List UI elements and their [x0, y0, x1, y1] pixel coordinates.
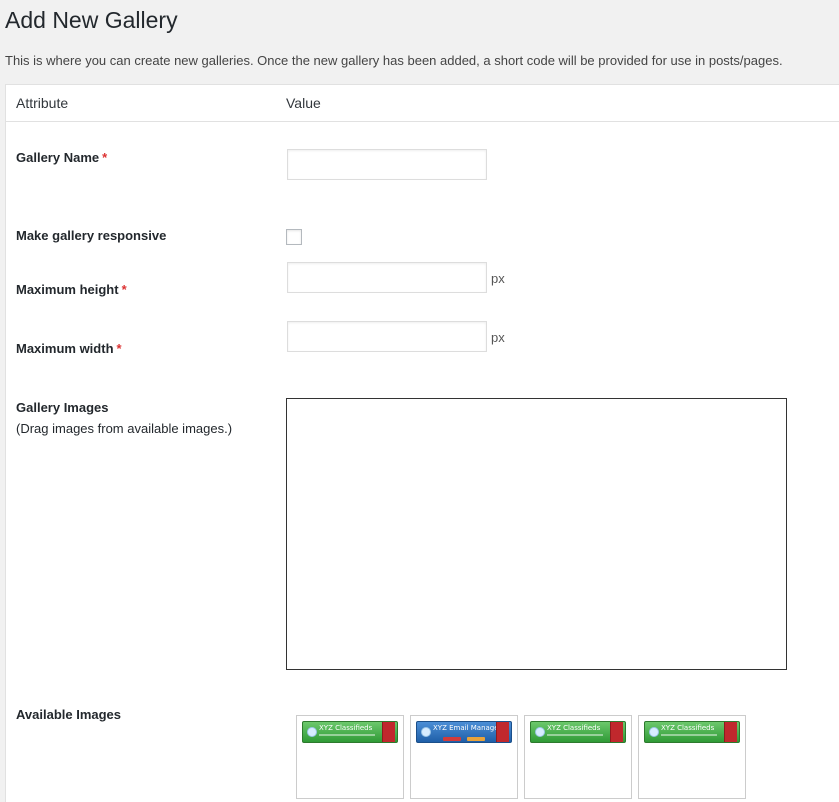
table-header: Attribute Value — [6, 85, 839, 122]
responsive-label: Make gallery responsive — [16, 228, 167, 243]
badge-icon — [610, 722, 623, 742]
banner-image: XYZ Classifieds — [644, 721, 740, 743]
banner-image: XYZ Classifieds — [302, 721, 398, 743]
max-height-unit: px — [491, 271, 505, 286]
column-header-attribute: Attribute — [16, 95, 69, 111]
banner-image: XYZ Email Manager — [416, 721, 512, 743]
page-description: This is where you can create new galleri… — [5, 53, 783, 68]
required-mark: * — [121, 282, 127, 297]
responsive-checkbox[interactable] — [286, 229, 302, 245]
available-images-label: Available Images — [16, 707, 122, 722]
banner-image: XYZ Classifieds — [530, 721, 626, 743]
page-title: Add New Gallery — [5, 7, 178, 33]
max-width-label: Maximum width * — [16, 341, 122, 356]
globe-icon — [307, 727, 317, 737]
gallery-images-hint: (Drag images from available images.) — [16, 421, 233, 436]
gallery-images-label: Gallery Images — [16, 400, 109, 415]
max-height-label: Maximum height * — [16, 282, 127, 297]
max-height-input[interactable] — [287, 262, 487, 293]
max-width-unit: px — [491, 330, 505, 345]
gallery-images-drop-zone[interactable] — [286, 398, 787, 670]
envelope-icon — [421, 727, 431, 737]
badge-icon — [724, 722, 737, 742]
available-image-thumbnail[interactable]: XYZ Classifieds — [296, 715, 404, 799]
column-header-value: Value — [286, 95, 321, 111]
globe-icon — [535, 727, 545, 737]
badge-icon — [382, 722, 395, 742]
globe-icon — [649, 727, 659, 737]
badge-icon — [496, 722, 509, 742]
gallery-form-table: Attribute Value Gallery Name * Make galle… — [5, 84, 839, 802]
available-image-thumbnail[interactable]: XYZ Classifieds — [524, 715, 632, 799]
required-mark: * — [102, 150, 108, 165]
available-image-thumbnail[interactable]: XYZ Classifieds — [638, 715, 746, 799]
gallery-name-input[interactable] — [287, 149, 487, 180]
required-mark: * — [116, 341, 122, 356]
available-image-thumbnail[interactable]: XYZ Email Manager — [410, 715, 518, 799]
max-width-input[interactable] — [287, 321, 487, 352]
gallery-name-label: Gallery Name * — [16, 150, 108, 165]
